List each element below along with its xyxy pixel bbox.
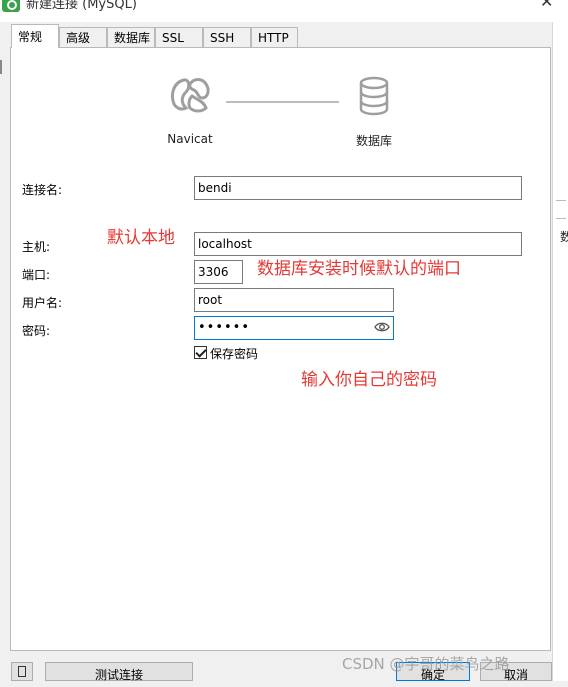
port-label: 端口:	[22, 268, 51, 282]
port-input[interactable]: 3306	[194, 260, 243, 284]
window-title: 新建连接 (MySQL)	[26, 0, 137, 12]
navicat-logo-icon	[168, 74, 212, 119]
general-settings-panel	[10, 47, 551, 651]
host-label: 主机:	[22, 240, 51, 254]
tab-ssl[interactable]: SSL	[155, 27, 203, 47]
port-annotation: 数据库安装时候默认的端口	[257, 259, 461, 279]
password-input[interactable]: ••••••	[194, 316, 394, 340]
tab-database[interactable]: 数据库	[107, 27, 155, 47]
save-password-label[interactable]: 保存密码	[210, 345, 258, 362]
host-annotation: 默认本地	[107, 228, 175, 248]
database-label: 数据库	[355, 134, 393, 148]
host-input[interactable]: localhost	[194, 232, 522, 256]
tab-advanced[interactable]: 高级	[59, 27, 107, 47]
background-edge-mark	[0, 60, 2, 74]
username-label: 用户名:	[22, 296, 63, 310]
connection-name-label: 连接名:	[22, 183, 63, 197]
show-password-eye-icon[interactable]	[374, 320, 390, 337]
panel-toggle-button[interactable]	[11, 662, 33, 681]
navicat-label: Navicat	[167, 132, 213, 146]
save-password-checkbox[interactable]	[194, 346, 207, 359]
tab-ssh[interactable]: SSH	[203, 27, 251, 47]
navicat-app-icon	[2, 0, 20, 12]
password-label: 密码:	[22, 324, 51, 338]
database-icon	[358, 76, 390, 119]
background-divider	[556, 218, 566, 219]
panel-icon	[18, 666, 26, 677]
background-text-fragment: 数	[560, 230, 568, 244]
connection-name-input[interactable]: bendi	[194, 176, 522, 200]
background-divider	[556, 200, 566, 201]
close-icon[interactable]: ✕	[540, 0, 553, 11]
tab-general[interactable]: 常规	[11, 24, 59, 48]
watermark: CSDN @宇哥的菜鸟之路	[342, 655, 510, 673]
test-connection-button[interactable]: 测试连接	[45, 662, 193, 682]
username-input[interactable]: root	[194, 288, 394, 312]
background-window-edge	[552, 22, 568, 681]
tab-http[interactable]: HTTP	[251, 27, 298, 47]
password-annotation: 输入你自己的密码	[301, 370, 437, 390]
connector-line	[226, 101, 339, 103]
